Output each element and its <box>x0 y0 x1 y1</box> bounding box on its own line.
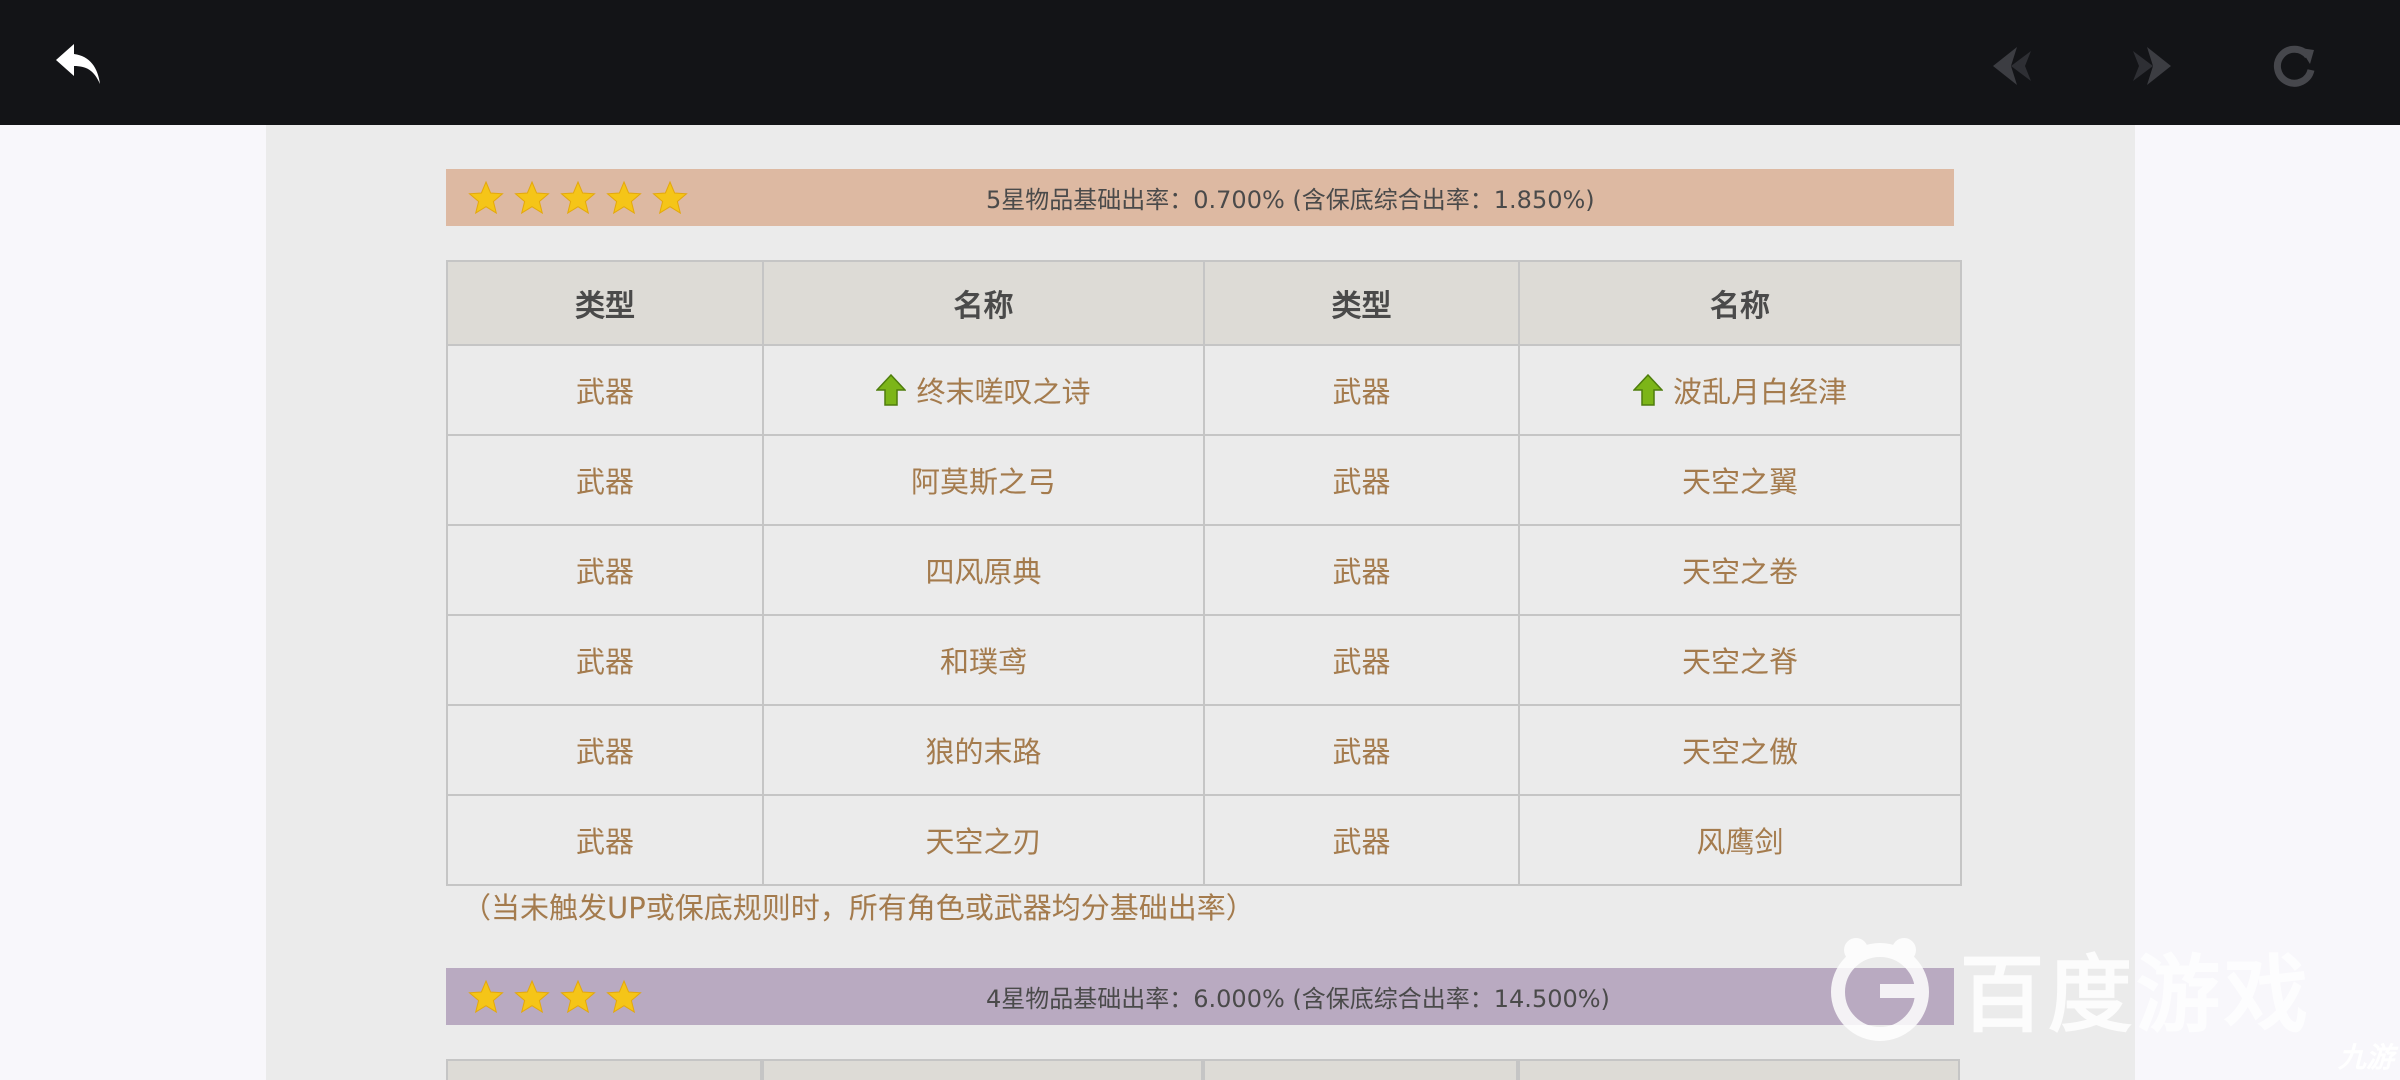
star-icon <box>606 180 642 214</box>
cell-type: 武器 <box>1203 434 1520 526</box>
watermark-text: 百度游戏 <box>1960 945 2313 1044</box>
cell-type: 武器 <box>446 344 764 436</box>
cell-type-text: 武器 <box>1332 465 1391 499</box>
five-star-weapon-table: 类型 名称 类型 名称 武器 终末嗟叹之诗 武器 波乱月白经津 武器 阿莫斯之弓 武器 天空之… <box>446 260 1962 886</box>
back-arrow-icon <box>56 44 100 84</box>
cell-type-text: 武器 <box>575 825 634 859</box>
cell-type-text: 武器 <box>1332 555 1391 589</box>
cell-name-text: 天空之脊 <box>1681 645 1798 679</box>
cell-name-text: 狼的末路 <box>925 735 1042 769</box>
table-row: 武器 四风原典 武器 天空之卷 <box>446 524 1962 616</box>
top-navigation-bar <box>0 0 2400 125</box>
cell-type-text: 武器 <box>575 645 634 679</box>
star-icon <box>514 180 550 214</box>
cell-type-text: 武器 <box>575 375 634 409</box>
cell-name-text: 四风原典 <box>925 555 1042 589</box>
five-star-rating <box>446 180 718 216</box>
cell-name-text: 风鹰剑 <box>1696 825 1784 859</box>
cell-type-text: 武器 <box>1332 825 1391 859</box>
header-type-2: 类型 <box>1203 260 1520 346</box>
star-icon <box>468 180 504 214</box>
cell-name-text: 天空之翼 <box>1681 465 1798 499</box>
cell-type-text: 武器 <box>575 735 634 769</box>
back-button[interactable] <box>48 34 112 98</box>
cell-name: 波乱月白经津 <box>1518 344 1962 436</box>
star-icon <box>560 979 596 1013</box>
cell-name-text: 天空之刃 <box>925 825 1042 859</box>
prev-arrow-icon <box>1993 47 2031 85</box>
cell-name: 四风原典 <box>762 524 1205 616</box>
cell-name: 风鹰剑 <box>1518 794 1962 886</box>
cell-name-text: 天空之卷 <box>1681 555 1798 589</box>
cell-name-text: 和璞鸢 <box>939 645 1027 679</box>
cell-type: 武器 <box>446 614 764 706</box>
cell-name-text: 波乱月白经津 <box>1672 375 1847 409</box>
star-icon <box>514 979 550 1013</box>
four-star-rate-text: 4星物品基础出率：6.000% (含保底综合出率：14.500%) <box>986 985 1610 1013</box>
cell-name: 天空之翼 <box>1518 434 1962 526</box>
prev-page-button[interactable] <box>1980 34 2044 98</box>
four-star-table-header-partial <box>446 1059 1960 1080</box>
five-star-banner: 5星物品基础出率：0.700% (含保底综合出率：1.850%) <box>446 169 1954 226</box>
table-row: 武器 和璞鸢 武器 天空之脊 <box>446 614 1962 706</box>
table-row: 武器 阿莫斯之弓 武器 天空之翼 <box>446 434 1962 526</box>
refresh-button[interactable] <box>2262 34 2326 98</box>
cell-type: 武器 <box>1203 344 1520 436</box>
watermark-corner-text: 九游 <box>2337 1041 2394 1074</box>
cell-type: 武器 <box>446 704 764 796</box>
next-page-button[interactable] <box>2120 34 2184 98</box>
cell-name: 和璞鸢 <box>762 614 1205 706</box>
cell-type-text: 武器 <box>1332 735 1391 769</box>
four-star-rating <box>446 979 718 1015</box>
cell-type: 武器 <box>446 524 764 616</box>
up-arrow-icon <box>876 374 907 406</box>
star-icon <box>652 180 688 214</box>
five-star-rate-text: 5星物品基础出率：0.700% (含保底综合出率：1.850%) <box>986 186 1595 214</box>
cell-name: 终末嗟叹之诗 <box>762 344 1205 436</box>
cell-type-text: 武器 <box>1332 375 1391 409</box>
cell-type: 武器 <box>1203 614 1520 706</box>
next-arrow-icon <box>2133 47 2171 85</box>
cell-type: 武器 <box>446 434 764 526</box>
cell-type-text: 武器 <box>575 465 634 499</box>
table-row: 武器 终末嗟叹之诗 武器 波乱月白经津 <box>446 344 1962 436</box>
cell-name-text: 终末嗟叹之诗 <box>916 375 1091 409</box>
four-star-banner: 4星物品基础出率：6.000% (含保底综合出率：14.500%) <box>446 968 1954 1025</box>
cell-name: 阿莫斯之弓 <box>762 434 1205 526</box>
rate-note: （当未触发UP或保底规则时，所有角色或武器均分基础出率） <box>462 891 1255 925</box>
table-row: 武器 天空之刃 武器 风鹰剑 <box>446 794 1962 886</box>
refresh-icon <box>2273 45 2315 87</box>
header-type-1: 类型 <box>446 260 764 346</box>
header-name-2: 名称 <box>1518 260 1962 346</box>
cell-name-text: 天空之傲 <box>1681 735 1798 769</box>
up-arrow-icon <box>1632 374 1663 406</box>
star-icon <box>606 979 642 1013</box>
watermark-logo-icon <box>1831 938 1929 1041</box>
cell-name-text: 阿莫斯之弓 <box>910 465 1056 499</box>
cell-type: 武器 <box>1203 794 1520 886</box>
cell-type-text: 武器 <box>575 555 634 589</box>
star-icon <box>468 979 504 1013</box>
cell-type: 武器 <box>446 794 764 886</box>
cell-name: 天空之傲 <box>1518 704 1962 796</box>
header-name-1: 名称 <box>762 260 1205 346</box>
cell-name: 天空之脊 <box>1518 614 1962 706</box>
table-header-row: 类型 名称 类型 名称 <box>446 260 1962 346</box>
table-row: 武器 狼的末路 武器 天空之傲 <box>446 704 1962 796</box>
cell-type-text: 武器 <box>1332 645 1391 679</box>
cell-name: 天空之刃 <box>762 794 1205 886</box>
cell-name: 狼的末路 <box>762 704 1205 796</box>
cell-type: 武器 <box>1203 524 1520 616</box>
cell-type: 武器 <box>1203 704 1520 796</box>
cell-name: 天空之卷 <box>1518 524 1962 616</box>
star-icon <box>560 180 596 214</box>
watermark: 百度游戏 <box>1820 918 2360 1058</box>
